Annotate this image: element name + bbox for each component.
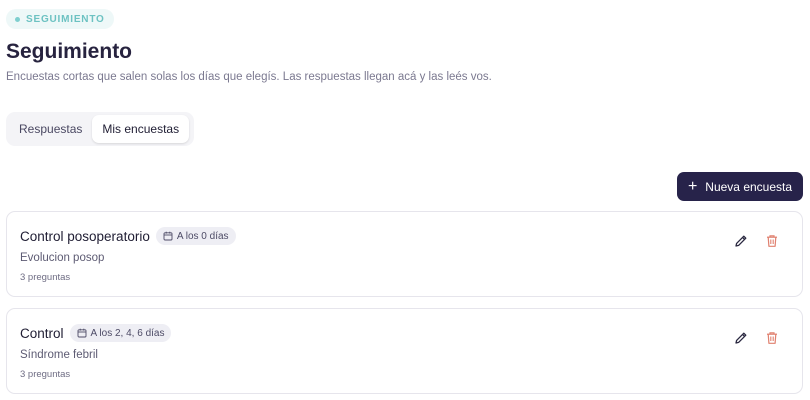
trash-icon[interactable] [764, 330, 780, 346]
question-count: 3 preguntas [20, 369, 71, 380]
survey-description: Síndrome febril [20, 349, 98, 361]
schedule-label: A los 2, 4, 6 días [90, 327, 165, 339]
view-tabs: Respuestas Mis encuestas [6, 112, 194, 146]
new-survey-label: Nueva encuesta [705, 179, 793, 194]
plus-icon: + [687, 177, 698, 195]
new-survey-button[interactable]: + Nueva encuesta [677, 172, 803, 201]
section-badge: SEGUIMIENTO [6, 9, 114, 29]
badge-label: SEGUIMIENTO [26, 13, 105, 25]
survey-name: Control [20, 325, 64, 341]
tab-respuestas[interactable]: Respuestas [9, 115, 92, 143]
schedule-pill: A los 2, 4, 6 días [69, 324, 172, 342]
survey-name: Control posoperatorio [20, 228, 150, 244]
calendar-icon [77, 328, 86, 338]
edit-icon[interactable] [733, 233, 749, 249]
survey-card[interactable]: Control A los 2, 4, 6 días Síndrome febr… [6, 308, 803, 394]
trash-icon[interactable] [764, 233, 780, 249]
page-subtitle: Encuestas cortas que salen solas los día… [6, 71, 492, 83]
question-count: 3 preguntas [20, 272, 71, 283]
schedule-label: A los 0 días [176, 230, 229, 242]
tab-mis-encuestas[interactable]: Mis encuestas [92, 115, 190, 143]
edit-icon[interactable] [733, 330, 749, 346]
page-title: Seguimiento [6, 40, 133, 63]
badge-dot [15, 16, 20, 22]
survey-card[interactable]: Control posoperatorio A los 0 días Evolu… [6, 211, 803, 297]
calendar-icon [163, 231, 173, 241]
survey-description: Evolucion posop [20, 252, 105, 264]
schedule-pill: A los 0 días [155, 227, 236, 245]
